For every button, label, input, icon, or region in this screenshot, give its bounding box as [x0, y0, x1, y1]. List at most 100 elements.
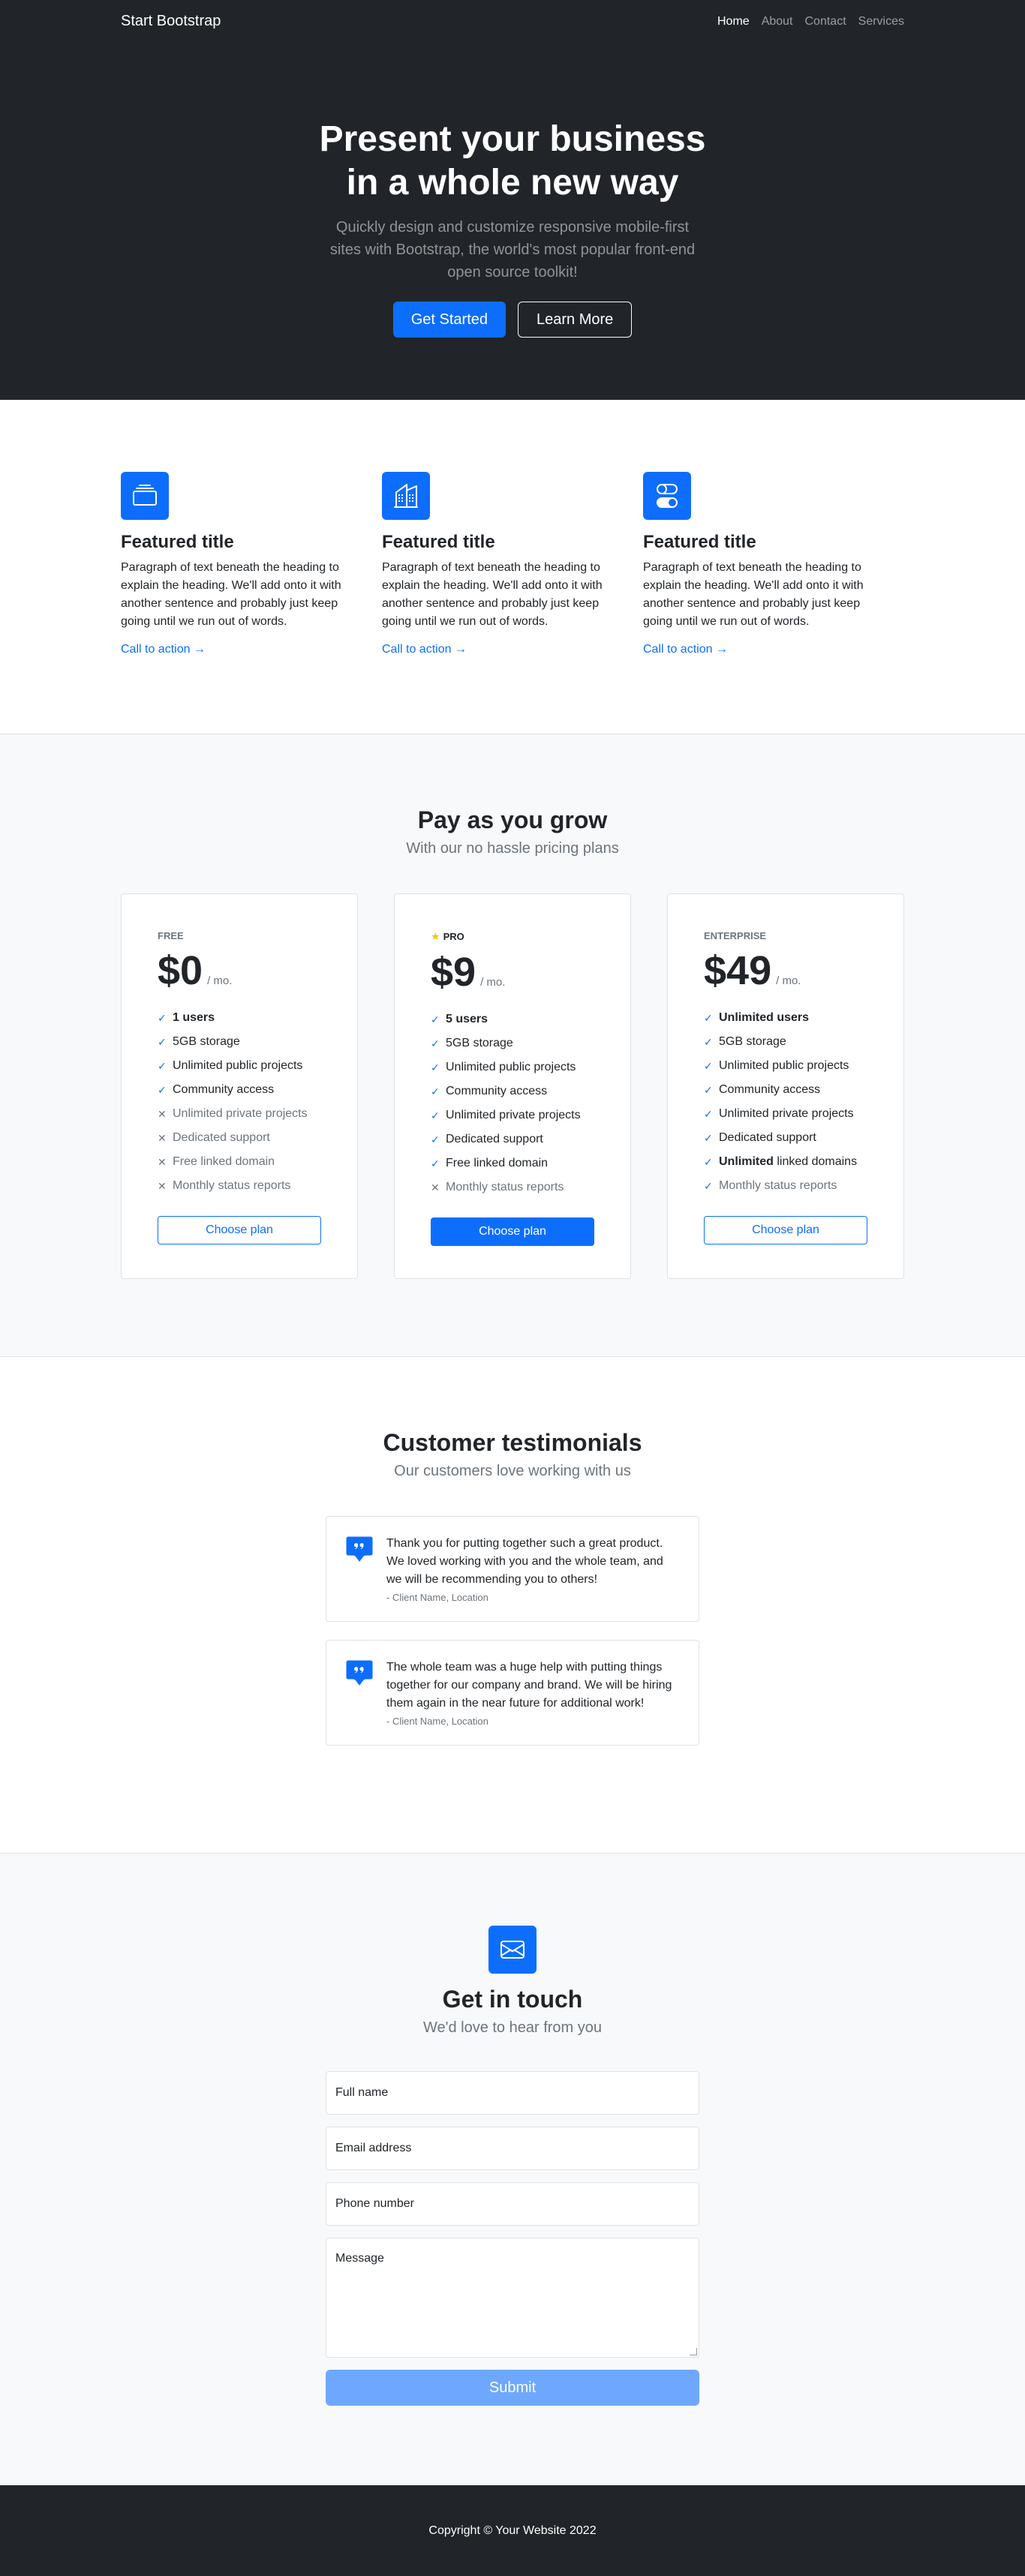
choose-plan-button[interactable]: Choose plan: [704, 1216, 867, 1244]
collection-icon: [121, 472, 169, 520]
list-item: ✓ Community access: [158, 1078, 321, 1102]
list-item: ✓ Community access: [704, 1078, 867, 1102]
x-icon: ✕: [158, 1180, 167, 1192]
testimonial-card: The whole team was a huge help with putt…: [326, 1640, 699, 1746]
list-item: ✕ Free linked domain: [158, 1150, 321, 1174]
pricing-title: Pay as you grow: [417, 806, 608, 833]
feature-title: Featured title: [643, 532, 756, 552]
brand-link[interactable]: Start Bootstrap: [121, 13, 221, 30]
testimonial-text: Thank you for putting together such a gr…: [386, 1537, 663, 1586]
check-icon: ✓: [431, 1061, 440, 1073]
testimonial-card: Thank you for putting together such a gr…: [326, 1516, 699, 1622]
plan-features: ✓ 1 users ✓ 5GB storage ✓ Unlimited public …: [158, 1006, 321, 1198]
message-field[interactable]: Message: [326, 2238, 699, 2358]
list-item: ✓ 5GB storage: [431, 1031, 594, 1055]
x-icon: ✕: [158, 1156, 167, 1168]
x-icon: ✕: [158, 1132, 167, 1144]
email-field[interactable]: Email address: [326, 2127, 699, 2170]
plan-card-enterprise: Enterprise $49 / mo. ✓ Unlimited users ✓ 5G…: [667, 893, 904, 1279]
call-to-action-link[interactable]: Call to action →: [643, 643, 728, 656]
navbar: Start Bootstrap Home About Contact Servi…: [0, 0, 1025, 43]
plan-card-free: Free $0 / mo. ✓ 1 users ✓ 5GB storage ✓ Unli…: [121, 893, 358, 1279]
nav-contact[interactable]: Contact: [805, 15, 846, 29]
check-icon: ✓: [431, 1085, 440, 1097]
call-to-action-link[interactable]: Call to action →: [382, 643, 467, 656]
testimonial-author: - Client Name, Location: [386, 1592, 488, 1603]
list-item: ✕ Monthly status reports: [431, 1175, 594, 1199]
feature-text: Paragraph of text beneath the heading to…: [121, 561, 341, 628]
check-icon: ✓: [704, 1012, 713, 1024]
hero: Present your business in a whole new way…: [0, 43, 1025, 400]
learn-more-button[interactable]: Learn More: [518, 302, 633, 338]
list-item: ✓ 5GB storage: [158, 1030, 321, 1054]
submit-button[interactable]: Submit: [326, 2370, 699, 2406]
full-name-field[interactable]: Full name: [326, 2071, 699, 2115]
contact-form: Full name Email address Phone number Mes…: [326, 2071, 699, 2406]
testimonial-text: The whole team was a huge help with putt…: [386, 1661, 672, 1710]
check-icon: ✓: [158, 1036, 167, 1048]
choose-plan-button[interactable]: Choose plan: [431, 1217, 594, 1246]
price-period: / mo.: [776, 974, 801, 987]
check-icon: ✓: [431, 1013, 440, 1025]
list-item: ✓ Unlimited users: [704, 1006, 867, 1030]
contact-section: Get in touch We'd love to hear from you …: [0, 1854, 1025, 2485]
check-icon: ✓: [704, 1036, 713, 1048]
arrow-right-icon: →: [715, 643, 728, 656]
resize-handle-icon[interactable]: [690, 2348, 697, 2355]
check-icon: ✓: [704, 1180, 713, 1192]
list-item: ✕ Unlimited private projects: [158, 1102, 321, 1126]
arrow-right-icon: →: [454, 643, 467, 656]
list-item: ✓ 5 users: [431, 1007, 594, 1031]
plan-card-pro: ★ Pro $9 / mo. ✓ 5 users ✓ 5GB storage ✓ Unli…: [394, 893, 631, 1279]
nav-about[interactable]: About: [762, 15, 793, 29]
pricing-subtitle: With our no hassle pricing plans: [406, 840, 619, 857]
call-to-action-link[interactable]: Call to action →: [121, 643, 206, 656]
list-item: ✓ 5GB storage: [704, 1030, 867, 1054]
list-item: ✓ Unlimited public projects: [704, 1054, 867, 1078]
pricing-section: Pay as you grow With our no hassle prici…: [0, 734, 1025, 1357]
check-icon: ✓: [431, 1109, 440, 1121]
feature-text: Paragraph of text beneath the heading to…: [643, 561, 864, 628]
check-icon: ✓: [431, 1157, 440, 1169]
plan-features: ✓ Unlimited users ✓ 5GB storage ✓ Unlimited…: [704, 1006, 867, 1198]
get-started-button[interactable]: Get Started: [392, 302, 506, 338]
plan-name: Enterprise: [704, 930, 767, 941]
envelope-icon: [488, 1926, 537, 1974]
list-item: ✓ Free linked domain: [431, 1151, 594, 1175]
hero-title: Present your business in a whole new way: [319, 119, 706, 203]
list-item: ✓ Unlimited public projects: [431, 1055, 594, 1079]
nav-home[interactable]: Home: [717, 15, 750, 29]
price-period: / mo.: [480, 976, 506, 989]
testimonials-section: Customer testimonials Our customers love…: [0, 1357, 1025, 1854]
list-item: ✕ Dedicated support: [158, 1126, 321, 1150]
nav-links: Home About Contact Services: [717, 15, 904, 29]
arrow-right-icon: →: [193, 643, 206, 656]
features-section: Featured title Paragraph of text beneath…: [0, 400, 1025, 734]
check-icon: ✓: [704, 1132, 713, 1144]
plan-name: ★ Pro: [431, 930, 464, 942]
check-icon: ✓: [704, 1060, 713, 1072]
plan-price: $0: [158, 948, 203, 993]
check-icon: ✓: [431, 1037, 440, 1049]
testimonials-title: Customer testimonials: [383, 1429, 642, 1456]
testimonials-subtitle: Our customers love working with us: [394, 1463, 631, 1479]
building-icon: [382, 472, 430, 520]
check-icon: ✓: [704, 1156, 713, 1168]
phone-field[interactable]: Phone number: [326, 2182, 699, 2226]
list-item: ✕ Monthly status reports: [158, 1174, 321, 1198]
check-icon: ✓: [158, 1012, 167, 1024]
feature-card: Featured title Paragraph of text beneath…: [121, 472, 382, 656]
list-item: ✓ Unlimited public projects: [158, 1054, 321, 1078]
check-icon: ✓: [704, 1108, 713, 1120]
list-item: ✓ Unlimited private projects: [431, 1103, 594, 1127]
contact-title: Get in touch: [442, 1986, 583, 2013]
list-item: ✓ Monthly status reports: [704, 1174, 867, 1198]
check-icon: ✓: [158, 1060, 167, 1072]
copyright-text: Copyright © Your Website 2022: [428, 2523, 597, 2537]
choose-plan-button[interactable]: Choose plan: [158, 1216, 321, 1244]
plan-name: Free: [158, 930, 184, 941]
list-item: ✓ Dedicated support: [431, 1127, 594, 1151]
x-icon: ✕: [158, 1108, 167, 1120]
list-item: ✓ 1 users: [158, 1006, 321, 1030]
nav-services[interactable]: Services: [858, 15, 904, 29]
